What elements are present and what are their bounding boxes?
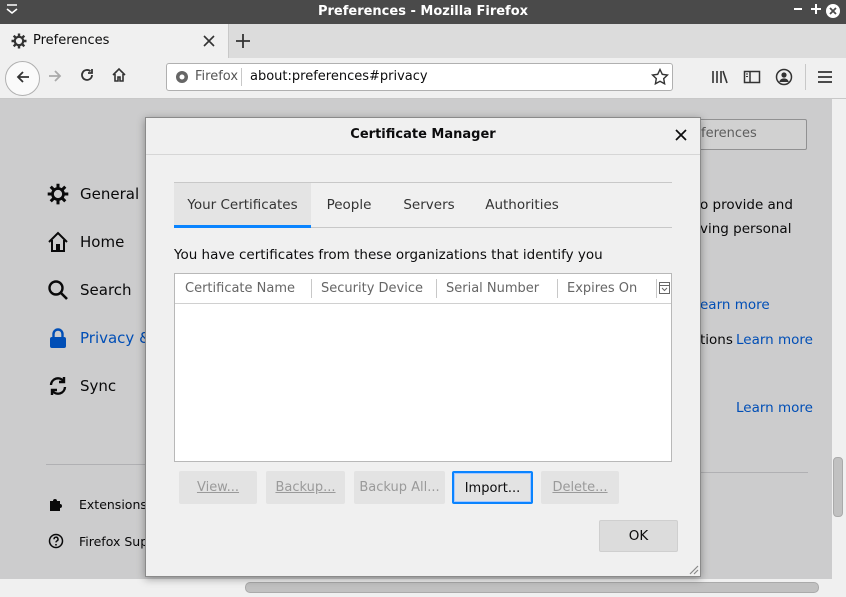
resize-grip-icon[interactable] [687, 563, 699, 575]
column-expires-on[interactable]: Expires On [557, 274, 657, 303]
close-tab-icon[interactable] [203, 35, 215, 51]
url-text[interactable]: about:preferences#privacy [250, 69, 428, 84]
window-titlebar: Preferences - Mozilla Firefox [0, 0, 846, 24]
column-security-device[interactable]: Security Device [311, 274, 436, 303]
forward-arrow-icon [47, 68, 63, 88]
close-window-icon[interactable] [825, 3, 841, 19]
certificate-tabs: Your Certificates People Servers Authori… [174, 182, 672, 228]
reload-button[interactable] [78, 68, 96, 86]
vertical-scrollbar-thumb[interactable] [833, 457, 843, 517]
column-serial-number[interactable]: Serial Number [436, 274, 557, 303]
maximize-icon[interactable] [808, 3, 824, 19]
backup-button[interactable]: Backup... [266, 471, 345, 504]
sidebar-toggle-icon[interactable] [742, 68, 762, 86]
toolbar-divider [805, 64, 806, 90]
view-button[interactable]: View... [179, 471, 257, 504]
dialog-title: Certificate Manager [146, 118, 700, 155]
backup-all-button[interactable]: Backup All... [354, 471, 445, 504]
ok-button[interactable]: OK [599, 520, 678, 552]
menu-hamburger-icon[interactable] [816, 68, 834, 86]
new-tab-icon[interactable] [234, 32, 252, 54]
forward-button[interactable] [46, 69, 64, 87]
certificate-manager-dialog: Certificate Manager Your Certificates Pe… [145, 117, 701, 577]
delete-button[interactable]: Delete... [541, 471, 619, 504]
url-bar[interactable]: Firefox about:preferences#privacy [166, 63, 673, 91]
minimize-icon[interactable] [790, 3, 806, 19]
back-button[interactable] [5, 61, 40, 96]
certificate-list[interactable]: Certificate Name Security Device Serial … [174, 273, 672, 462]
tab-authorities[interactable]: Authorities [471, 183, 573, 227]
reload-icon [79, 67, 95, 87]
account-icon[interactable] [774, 68, 794, 86]
tab-people[interactable]: People [311, 183, 387, 227]
tab-preferences[interactable]: Preferences [0, 24, 229, 58]
urlbar-divider [241, 68, 242, 86]
tab-title: Preferences [33, 33, 110, 48]
column-header-row: Certificate Name Security Device Serial … [175, 274, 671, 304]
back-arrow-icon [15, 69, 31, 89]
gear-icon [11, 33, 27, 53]
identity-label: Firefox [195, 69, 239, 84]
intro-text: You have certificates from these organiz… [174, 247, 603, 263]
close-icon[interactable] [672, 126, 690, 144]
horizontal-scrollbar-thumb[interactable] [245, 582, 819, 593]
bookmark-star-icon[interactable] [650, 67, 670, 90]
firefox-identity-icon [175, 70, 189, 88]
library-icon[interactable] [710, 68, 730, 86]
tab-your-certificates[interactable]: Your Certificates [174, 183, 311, 228]
tab-servers[interactable]: Servers [387, 183, 471, 227]
home-icon [111, 67, 127, 87]
column-separator [656, 279, 657, 298]
column-picker-icon[interactable] [659, 282, 670, 298]
window-title: Preferences - Mozilla Firefox [317, 4, 529, 19]
column-certificate-name[interactable]: Certificate Name [175, 274, 311, 303]
import-button[interactable]: Import... [452, 471, 533, 504]
home-button[interactable] [110, 67, 128, 87]
